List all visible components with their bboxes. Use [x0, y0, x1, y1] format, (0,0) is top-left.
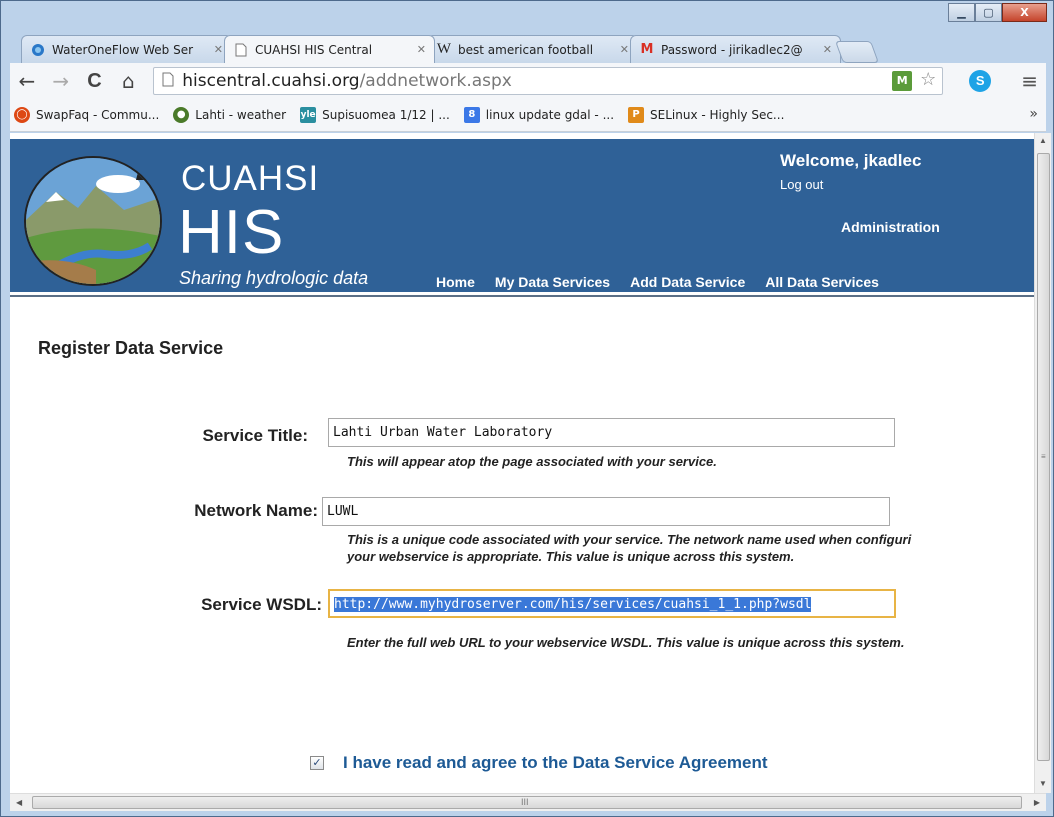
bookmark-swapfaq[interactable]: ◯ SwapFaq - Commu...	[14, 107, 159, 123]
menu-icon[interactable]: ≡	[1021, 69, 1038, 93]
bookmarks-overflow-icon[interactable]: »	[1029, 106, 1038, 122]
site-tagline: Sharing hydrologic data	[179, 268, 369, 288]
tab-close-icon[interactable]: ✕	[823, 43, 832, 56]
vertical-scroll-thumb[interactable]: ≡	[1037, 153, 1050, 761]
forward-button[interactable]: →	[52, 69, 70, 93]
scroll-left-icon[interactable]: ◀	[16, 798, 22, 807]
bookmark-label: Lahti - weather	[195, 108, 287, 122]
service-wsdl-value: http://www.myhydroserver.com/his/service…	[334, 597, 812, 612]
agreement-link[interactable]: I have read and agree to the Data Servic…	[343, 753, 768, 773]
address-bar[interactable]: hiscentral.cuahsi.org/addnetwork.aspx M …	[153, 67, 944, 95]
welcome-message: Welcome, jkadlec	[780, 151, 922, 170]
cuahsi-logo	[24, 156, 162, 286]
site-header: CUAHSI HIS Sharing hydrologic data Welco…	[10, 139, 1034, 295]
url-host: hiscentral.cuahsi.org	[182, 71, 360, 91]
nav-home[interactable]: Home	[436, 274, 475, 290]
bookmark-label: SELinux - Highly Sec...	[650, 108, 785, 122]
waterflow-icon	[30, 42, 46, 58]
bookmark-label: Supisuomea 1/12 | ...	[322, 108, 450, 122]
brand-his: HIS	[178, 198, 285, 267]
service-title-input[interactable]: Lahti Urban Water Laboratory	[328, 418, 895, 447]
bookmark-star-icon[interactable]: ☆	[920, 69, 936, 90]
network-name-input[interactable]: LUWL	[322, 497, 890, 526]
minimize-button[interactable]: ▁	[948, 3, 975, 22]
tab-cuahsi-his-central[interactable]: CUAHSI HIS Central ✕	[224, 35, 435, 63]
tab-wateroneflow[interactable]: WaterOneFlow Web Ser ✕	[21, 35, 232, 63]
new-tab-button[interactable]	[834, 41, 880, 63]
tab-close-icon[interactable]: ✕	[417, 43, 426, 56]
page-icon	[162, 72, 174, 91]
browser-toolbar: ← → C ⌂ hiscentral.cuahsi.org/addnetwork…	[10, 63, 1046, 99]
network-name-help-line2: your webservice is appropriate. This val…	[347, 549, 795, 564]
tab-title: CUAHSI HIS Central	[255, 42, 373, 57]
ubuntu-icon: ◯	[14, 107, 30, 123]
bookmarks-bar: ◯ SwapFaq - Commu... ● Lahti - weather y…	[10, 99, 1046, 132]
brand-cuahsi: CUAHSI	[181, 159, 320, 198]
tab-gmail[interactable]: M Password - jirikadlec2@ ✕	[630, 35, 841, 63]
service-wsdl-input[interactable]: http://www.myhydroserver.com/his/service…	[328, 589, 896, 618]
scroll-grip-icon: ≡	[1041, 452, 1046, 461]
gmail-icon: M	[640, 42, 654, 57]
administration-link[interactable]: Administration	[841, 219, 940, 235]
service-title-help: This will appear atop the page associate…	[347, 454, 717, 469]
header-divider	[10, 295, 1034, 297]
logout-link[interactable]: Log out	[780, 177, 823, 192]
reload-button[interactable]: C	[86, 70, 104, 93]
yle-icon: yle	[300, 107, 317, 123]
tab-close-icon[interactable]: ✕	[214, 43, 223, 56]
vertical-scrollbar[interactable]: ▲ ≡ ▼	[1034, 133, 1051, 793]
google-icon: 8	[463, 107, 480, 123]
maximize-button[interactable]: ▢	[975, 3, 1002, 22]
bookmark-linux-update-gdal[interactable]: 8 linux update gdal - ...	[463, 107, 615, 123]
scroll-down-icon[interactable]: ▼	[1039, 779, 1047, 788]
tab-title: best american football	[458, 42, 594, 57]
nav-all-data-services[interactable]: All Data Services	[765, 274, 879, 290]
url-path: /addnetwork.aspx	[359, 71, 512, 91]
bookmark-supisuomea[interactable]: yle Supisuomea 1/12 | ...	[300, 107, 450, 123]
bookmark-label: linux update gdal - ...	[485, 108, 615, 122]
hscroll-grip-icon: III	[521, 797, 529, 807]
window-controls: ▁ ▢ X	[948, 3, 1047, 22]
back-button[interactable]: ←	[18, 69, 36, 93]
nav-add-data-service[interactable]: Add Data Service	[630, 274, 745, 290]
network-name-help-line1: This is a unique code associated with yo…	[347, 532, 912, 547]
nav-my-data-services[interactable]: My Data Services	[495, 274, 610, 290]
skype-icon[interactable]: S	[969, 70, 992, 92]
close-window-button[interactable]: X	[1002, 3, 1047, 22]
network-name-label: Network Name:	[194, 501, 318, 520]
page-viewport: CUAHSI HIS Sharing hydrologic data Welco…	[10, 133, 1046, 793]
horizontal-scrollbar[interactable]: ◀ III ▶	[10, 793, 1046, 811]
main-nav: Home My Data Services Add Data Service A…	[436, 274, 899, 290]
tab-title: Password - jirikadlec2@	[661, 42, 803, 57]
service-wsdl-label: Service WSDL:	[201, 595, 322, 614]
service-wsdl-help: Enter the full web URL to your webservic…	[347, 635, 905, 650]
extension-icon[interactable]: M	[892, 71, 913, 91]
agreement-row: ✓ I have read and agree to the Data Serv…	[310, 753, 768, 773]
scroll-up-icon[interactable]: ▲	[1039, 136, 1047, 145]
horizontal-scroll-thumb[interactable]: III	[32, 796, 1022, 809]
home-button[interactable]: ⌂	[119, 69, 137, 93]
page-icon	[233, 42, 249, 58]
tab-wikipedia[interactable]: W best american football ✕	[427, 35, 638, 63]
tab-close-icon[interactable]: ✕	[620, 43, 629, 56]
scroll-right-icon[interactable]: ▶	[1034, 798, 1040, 807]
tab-strip: WaterOneFlow Web Ser ✕ CUAHSI HIS Centra…	[21, 35, 880, 63]
page-title: Register Data Service	[38, 338, 224, 358]
tab-title: WaterOneFlow Web Ser	[52, 42, 194, 57]
globe-icon: ●	[173, 107, 190, 123]
wikipedia-icon: W	[436, 41, 452, 57]
p-icon: P	[628, 107, 645, 123]
bookmark-lahti-weather[interactable]: ● Lahti - weather	[173, 107, 286, 123]
browser-window: ▁ ▢ X WaterOneFlow Web Ser ✕ CUAHSI HIS …	[0, 0, 1054, 817]
bookmark-selinux[interactable]: P SELinux - Highly Sec...	[628, 107, 784, 123]
agreement-checkbox[interactable]: ✓	[310, 756, 324, 770]
bookmark-label: SwapFaq - Commu...	[36, 108, 160, 122]
service-title-label: Service Title:	[202, 426, 308, 445]
